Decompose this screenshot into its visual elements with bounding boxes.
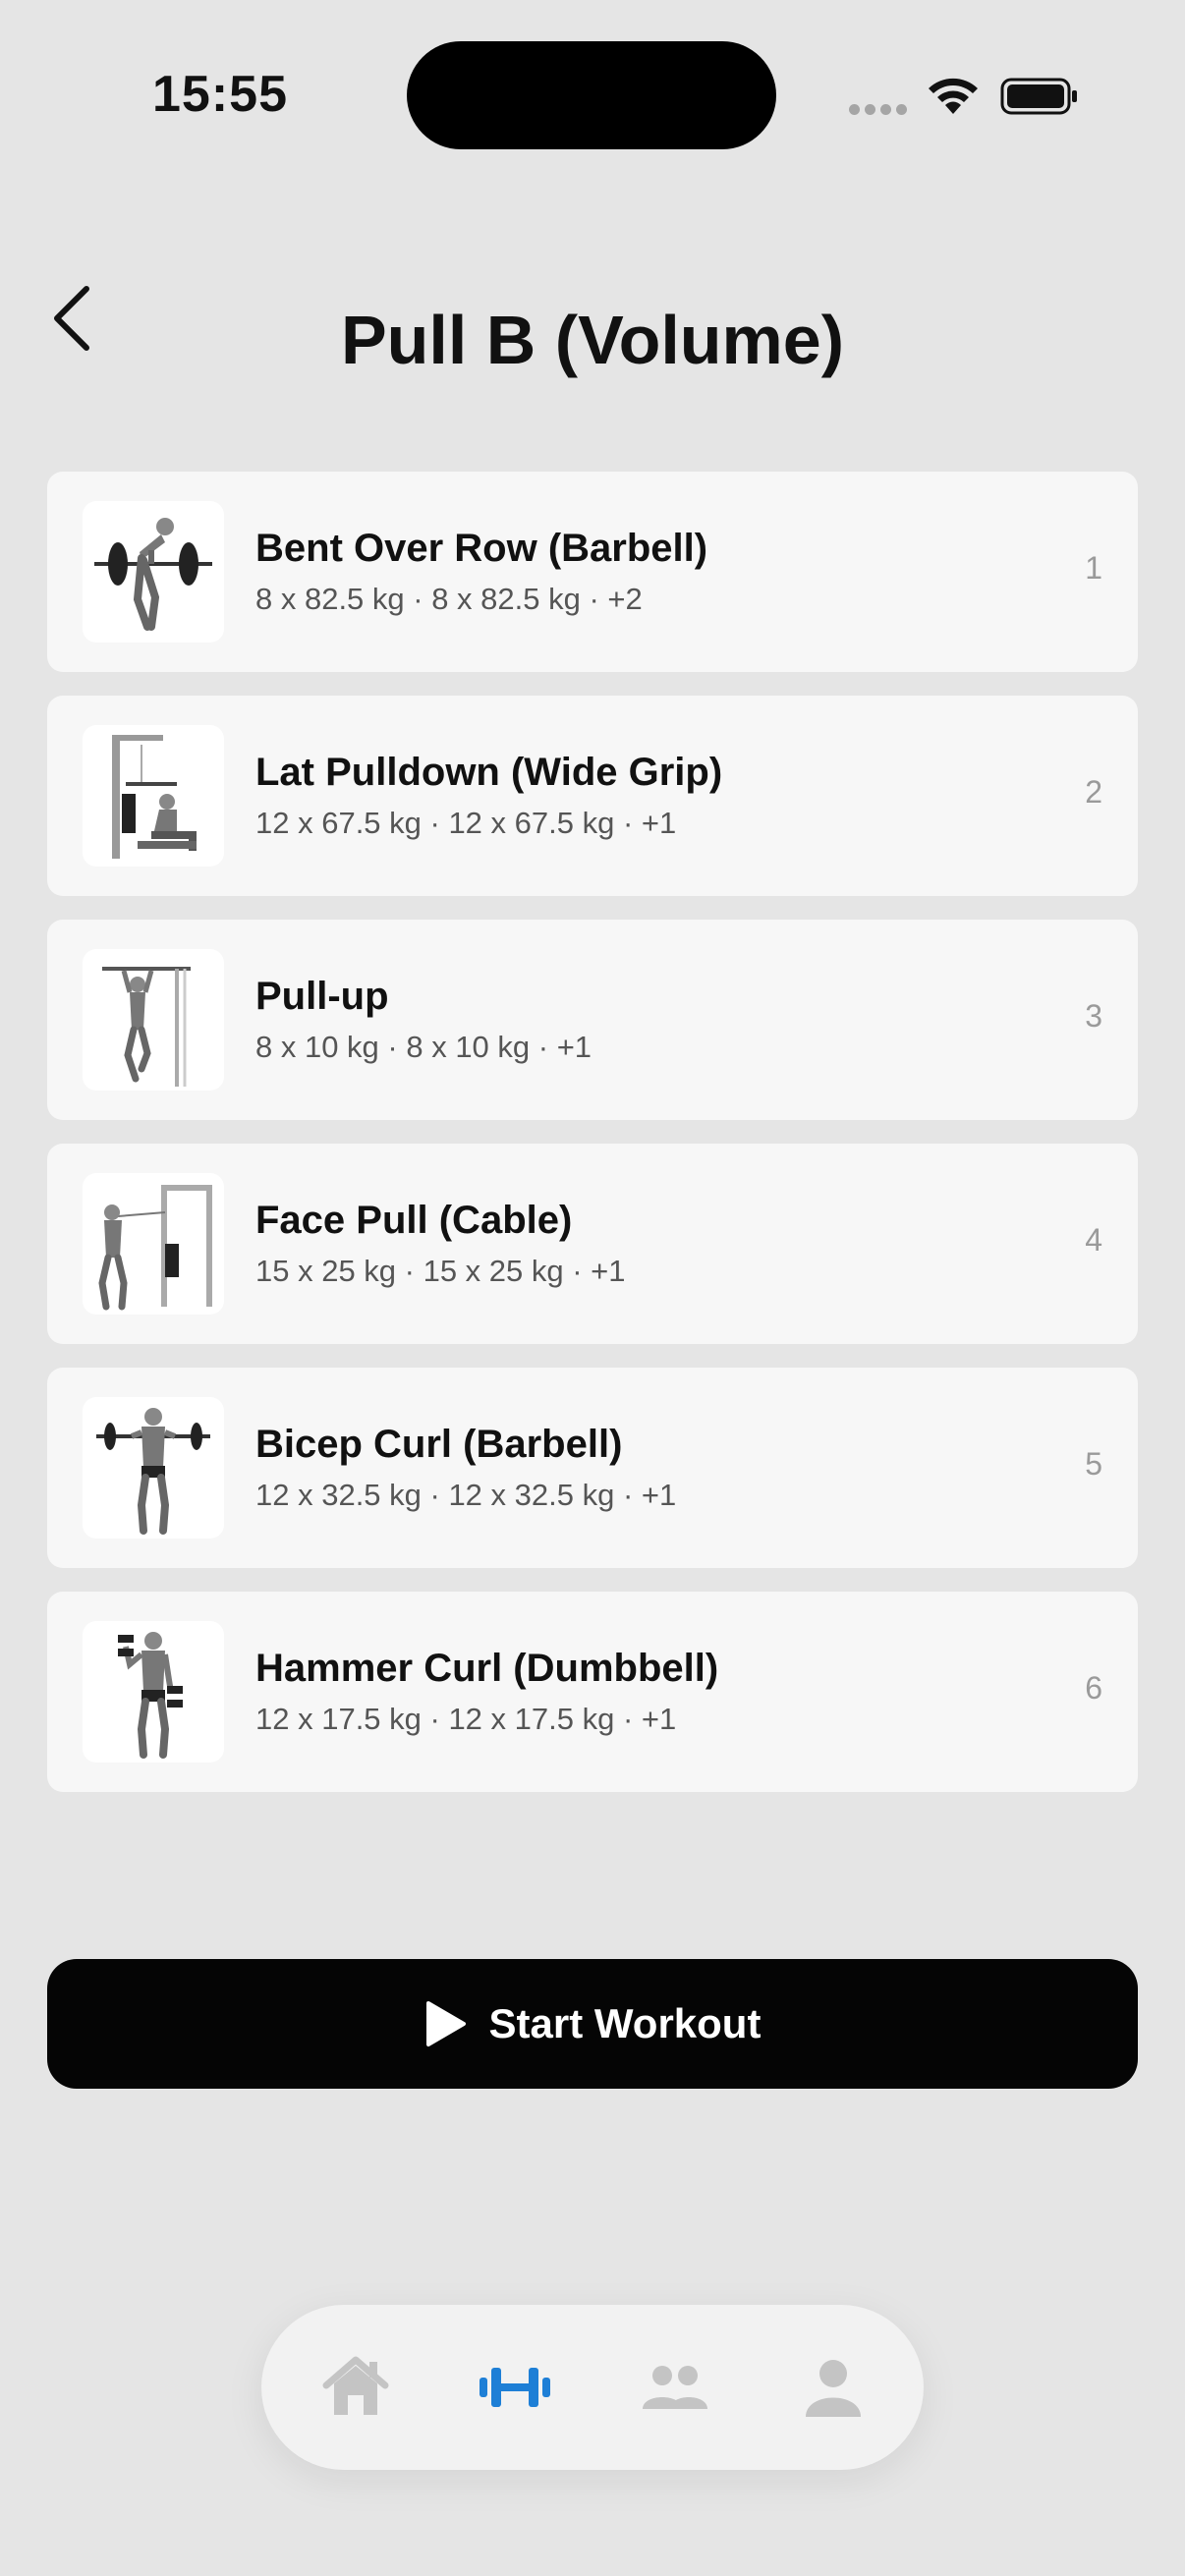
status-bar: 15:55	[0, 0, 1185, 196]
dynamic-island	[407, 41, 776, 149]
lat-pulldown-illustration	[112, 735, 197, 859]
exercise-order: 5	[1085, 1446, 1102, 1482]
exercise-card-6[interactable]: Hammer Curl (Dumbbell) 12 x 17.5 kg · 12…	[47, 1592, 1138, 1792]
exercise-name: Hammer Curl (Dumbbell)	[255, 1647, 719, 1690]
person-icon	[806, 2360, 861, 2417]
exercise-sets: 12 x 67.5 kg · 12 x 67.5 kg · +1	[255, 806, 677, 840]
bent-over-row-illustration	[94, 518, 212, 631]
exercise-sets: 8 x 10 kg · 8 x 10 kg · +1	[255, 1030, 592, 1064]
pull-up-illustration	[102, 967, 191, 1087]
wifi-icon	[929, 78, 978, 114]
exercise-thumbnail	[83, 501, 224, 643]
exercise-sets: 12 x 32.5 kg · 12 x 32.5 kg · +1	[255, 1478, 677, 1512]
exercise-sets: 15 x 25 kg · 15 x 25 kg · +1	[255, 1254, 626, 1288]
exercise-thumbnail	[83, 949, 224, 1091]
exercise-order: 4	[1085, 1222, 1102, 1258]
exercise-thumbnail	[83, 1173, 224, 1315]
play-icon	[425, 2001, 466, 2046]
status-time: 15:55	[152, 66, 288, 123]
bicep-curl-illustration	[96, 1408, 210, 1535]
exercise-name: Face Pull (Cable)	[255, 1199, 573, 1242]
tab-home[interactable]	[316, 2348, 395, 2427]
exercise-sets: 12 x 17.5 kg · 12 x 17.5 kg · +1	[255, 1702, 677, 1736]
exercise-name: Bicep Curl (Barbell)	[255, 1423, 623, 1466]
battery-icon	[1000, 78, 1077, 115]
exercise-thumbnail	[83, 1621, 224, 1763]
tab-workouts[interactable]	[476, 2348, 554, 2427]
exercise-thumbnail	[83, 725, 224, 867]
dumbbell-icon	[480, 2368, 550, 2407]
tab-profile[interactable]	[794, 2348, 873, 2427]
exercise-thumbnail	[83, 1397, 224, 1539]
face-pull-illustration	[98, 1185, 212, 1311]
people-icon	[643, 2366, 707, 2409]
start-workout-button[interactable]: Start Workout	[47, 1959, 1138, 2089]
tab-community[interactable]	[635, 2348, 713, 2427]
exercise-sets: 8 x 82.5 kg · 8 x 82.5 kg · +2	[255, 582, 643, 616]
exercise-card-2[interactable]: Lat Pulldown (Wide Grip) 12 x 67.5 kg · …	[47, 696, 1138, 896]
exercise-card-3[interactable]: Pull-up 8 x 10 kg · 8 x 10 kg · +1 3	[47, 920, 1138, 1120]
exercise-order: 1	[1085, 550, 1102, 586]
exercise-name: Pull-up	[255, 975, 389, 1018]
exercise-card-5[interactable]: Bicep Curl (Barbell) 12 x 32.5 kg · 12 x…	[47, 1368, 1138, 1568]
exercise-card-1[interactable]: Bent Over Row (Barbell) 8 x 82.5 kg · 8 …	[47, 472, 1138, 672]
home-icon	[322, 2356, 389, 2415]
hammer-curl-illustration	[118, 1632, 183, 1759]
exercise-name: Bent Over Row (Barbell)	[255, 527, 708, 570]
exercise-order: 6	[1085, 1670, 1102, 1706]
exercise-card-4[interactable]: Face Pull (Cable) 15 x 25 kg · 15 x 25 k…	[47, 1144, 1138, 1344]
tab-bar	[261, 2305, 924, 2470]
page-title: Pull B (Volume)	[340, 302, 845, 378]
exercise-name: Lat Pulldown (Wide Grip)	[255, 751, 723, 794]
exercise-order: 2	[1085, 774, 1102, 810]
cellular-signal-icon	[849, 102, 912, 120]
exercise-list: Bent Over Row (Barbell) 8 x 82.5 kg · 8 …	[47, 472, 1138, 1816]
start-workout-label: Start Workout	[488, 2000, 762, 2046]
exercise-order: 3	[1085, 998, 1102, 1034]
